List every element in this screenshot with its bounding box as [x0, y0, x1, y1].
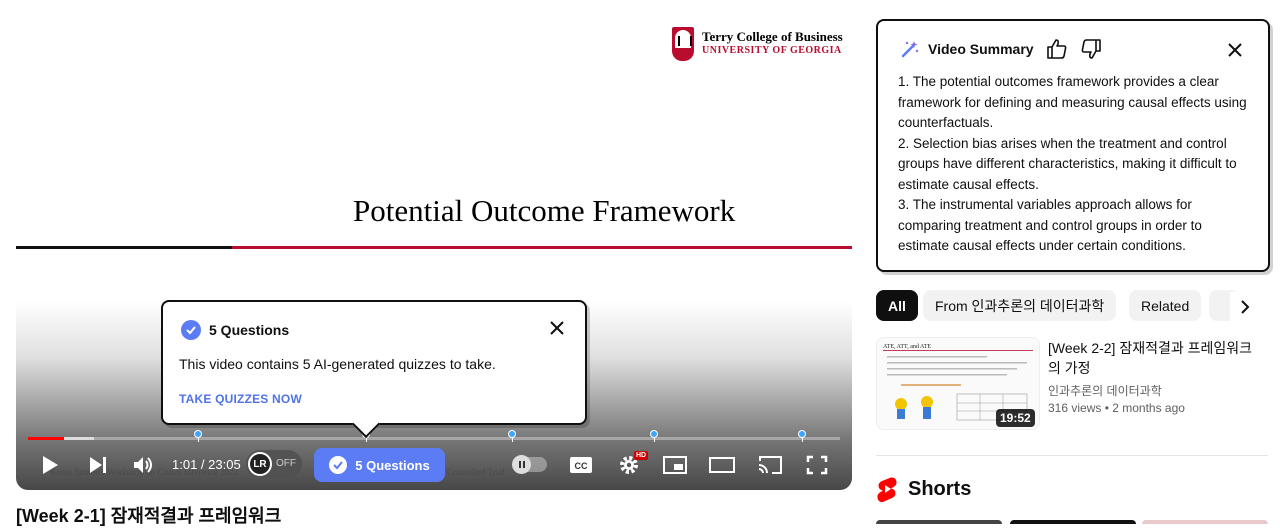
quiz-marker[interactable]	[650, 430, 658, 442]
theater-icon	[709, 457, 735, 473]
thumbs-down-button[interactable]	[1080, 38, 1102, 65]
time-display: 1:01 / 23:05	[172, 457, 241, 472]
language-reactor-toggle[interactable]: LR OFF	[246, 450, 302, 478]
video-title: [Week 2-1] 잠재적결과 프레임워크	[16, 506, 282, 526]
take-quizzes-link[interactable]: TAKE QUIZZES NOW	[179, 392, 302, 406]
summary-feedback	[1046, 38, 1102, 65]
close-icon	[1228, 43, 1242, 57]
summary-title: Video Summary	[928, 41, 1034, 57]
magic-wand-icon	[901, 41, 919, 58]
terry-college-logo: Terry College of Business UNIVERSITY OF …	[672, 27, 852, 63]
hd-badge: HD	[634, 451, 649, 460]
chips-next-button[interactable]	[1230, 292, 1260, 322]
next-button[interactable]	[84, 451, 112, 479]
volume-button[interactable]	[130, 451, 158, 479]
shorts-thumbnail[interactable]	[1010, 520, 1136, 524]
miniplayer-icon	[663, 456, 687, 474]
quiz-marker[interactable]	[194, 430, 202, 442]
quiz-popup-title: 5 Questions	[209, 322, 290, 338]
cast-icon	[758, 456, 782, 474]
close-icon	[550, 321, 564, 335]
summary-text: 1. The potential outcomes framework prov…	[898, 72, 1254, 257]
volume-icon	[134, 457, 152, 473]
rec-meta: 316 views • 2 months ago	[1048, 401, 1185, 415]
miniplayer-button[interactable]	[662, 451, 688, 479]
shorts-title: Shorts	[908, 477, 972, 500]
logo-line1: Terry College of Business	[702, 29, 843, 44]
shorts-header: Shorts	[876, 476, 971, 502]
summary-header: Video Summary	[900, 39, 1034, 59]
fullscreen-button[interactable]	[804, 451, 830, 479]
summary-item: 3. The instrumental variables approach a…	[898, 197, 1202, 253]
play-icon	[43, 456, 58, 474]
lr-icon: LR	[248, 452, 272, 476]
pause-icon	[512, 455, 531, 474]
quiz-close-button[interactable]	[547, 318, 567, 338]
summary-item: 2. Selection bias arises when the treatm…	[898, 135, 1237, 192]
fullscreen-icon	[806, 455, 828, 475]
summary-close-button[interactable]	[1226, 41, 1244, 64]
play-button[interactable]	[36, 451, 64, 479]
uga-arch-icon	[672, 27, 694, 61]
chevron-right-icon	[1241, 300, 1250, 314]
rec-duration: 19:52	[996, 409, 1035, 427]
check-icon	[181, 320, 201, 340]
progress-bar[interactable]	[28, 437, 840, 440]
svg-text:CC: CC	[575, 461, 588, 471]
thumbs-down-icon	[1081, 39, 1101, 59]
lr-state: OFF	[276, 458, 296, 469]
video-summary-card: Video Summary 1. The potential outcomes …	[876, 19, 1270, 272]
chip-related[interactable]: Related	[1129, 290, 1202, 321]
shorts-thumbnail[interactable]	[1142, 520, 1268, 524]
questions-button-label: 5 Questions	[355, 457, 430, 473]
section-divider	[876, 455, 1268, 456]
summary-item: 1. The potential outcomes framework prov…	[898, 74, 1247, 130]
logo-line2: UNIVERSITY OF GEORGIA	[702, 45, 842, 56]
shorts-icon	[877, 477, 897, 502]
slide-footer-right: Controlled Trial	[447, 467, 505, 477]
theater-mode-button[interactable]	[708, 451, 736, 479]
rec-channel[interactable]: 인과추론의 데이터과학	[1048, 382, 1162, 399]
quiz-popup-body: This video contains 5 AI-generated quizz…	[179, 356, 496, 372]
slide-rule-black	[16, 246, 232, 249]
cast-button[interactable]	[756, 451, 784, 479]
autoplay-toggle[interactable]	[512, 455, 547, 474]
progress-played	[28, 437, 64, 440]
questions-button[interactable]: 5 Questions	[314, 448, 445, 482]
next-icon	[90, 457, 106, 473]
subtitles-button[interactable]: CC	[568, 451, 594, 479]
chip-from-channel[interactable]: From 인과추론의 데이터과학	[923, 290, 1117, 321]
quiz-popup-header: 5 Questions	[181, 320, 289, 340]
cc-icon: CC	[570, 457, 592, 473]
chip-all[interactable]: All	[876, 290, 918, 321]
quiz-marker[interactable]	[508, 430, 516, 442]
thumb-heading: ATE, ATT, and ATE	[883, 344, 931, 350]
slide-rule-red	[232, 246, 852, 249]
shorts-thumbnail[interactable]	[876, 520, 1002, 524]
quiz-marker[interactable]	[798, 430, 806, 442]
thumbs-up-icon	[1047, 39, 1067, 59]
slide-title: Potential Outcome Framework	[353, 193, 736, 228]
thumbs-up-button[interactable]	[1046, 38, 1068, 65]
rec-title[interactable]: [Week 2-2] 잠재적결과 프레임워크의 가정	[1048, 338, 1258, 378]
check-icon	[329, 456, 348, 474]
quiz-popup: 5 Questions This video contains 5 AI-gen…	[161, 300, 587, 425]
